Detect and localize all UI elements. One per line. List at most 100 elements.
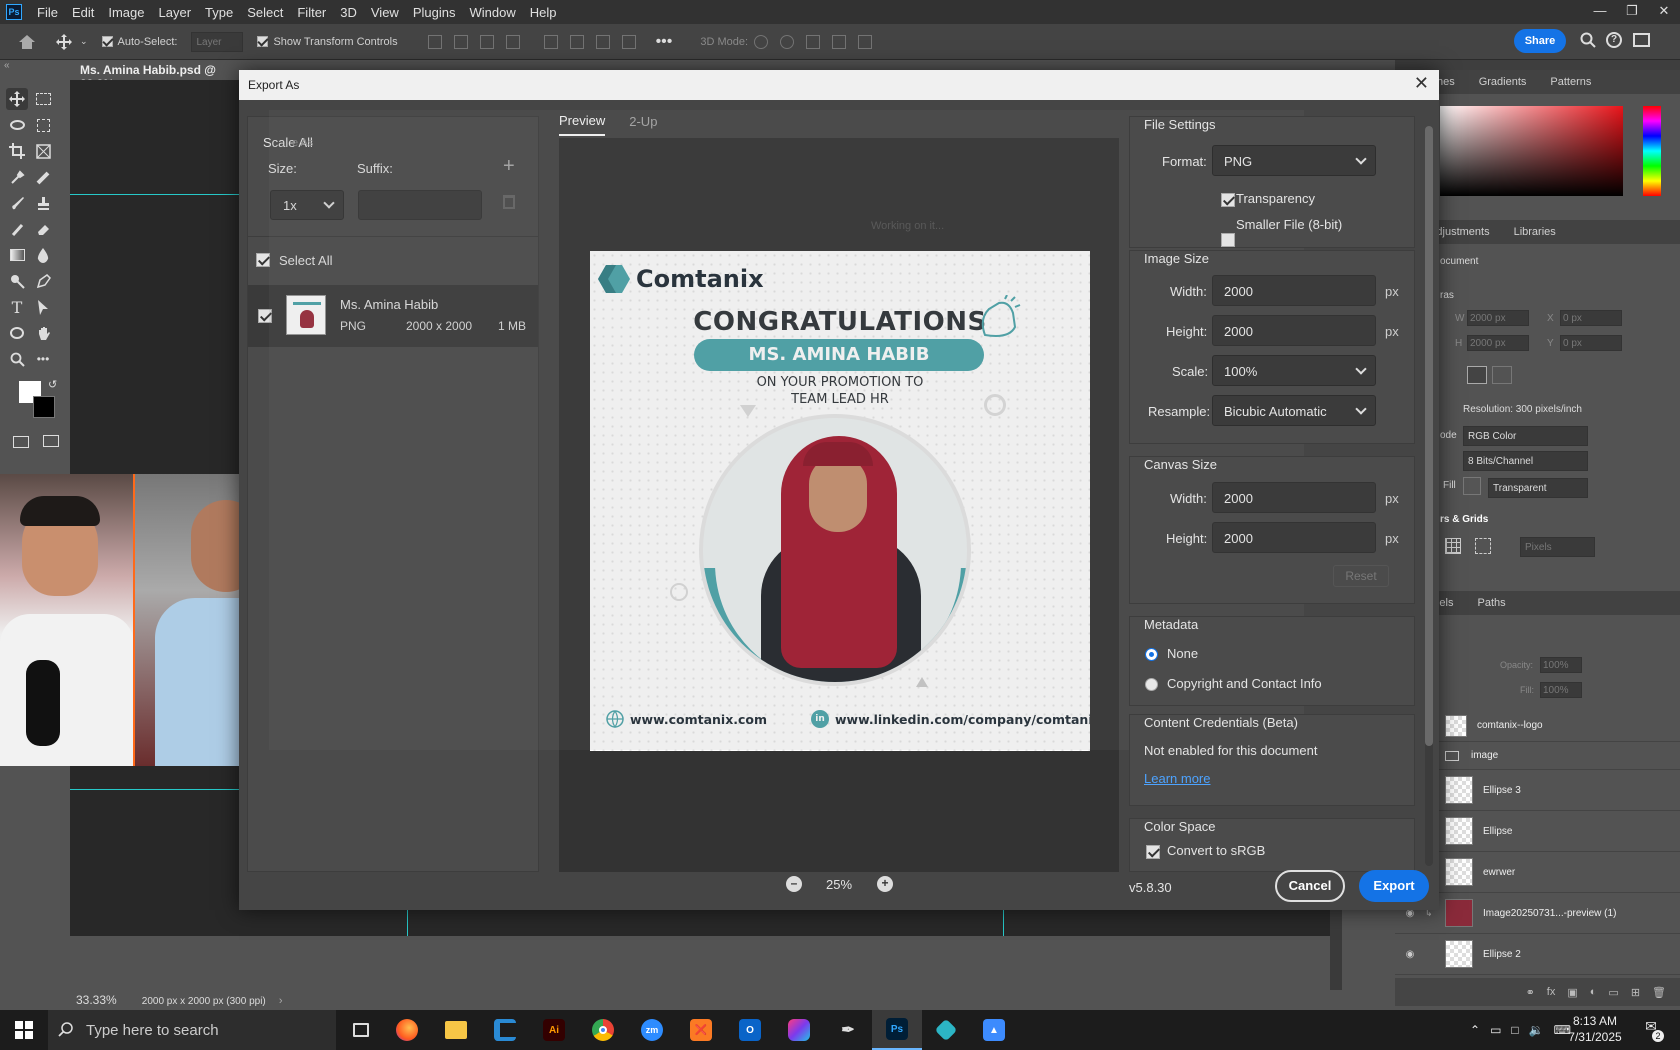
- canvas-height-input[interactable]: 2000: [1212, 522, 1376, 553]
- stamp-tool-icon[interactable]: [32, 192, 54, 214]
- menu-image[interactable]: Image: [101, 5, 151, 20]
- 3d-roll-icon[interactable]: [780, 34, 795, 49]
- scale-percent-select[interactable]: 100%: [1212, 355, 1376, 386]
- swap-colors-icon[interactable]: ↺: [48, 378, 57, 391]
- menu-layer[interactable]: Layer: [152, 5, 199, 20]
- home-icon[interactable]: [18, 34, 36, 50]
- volume-icon[interactable]: 🔉: [1529, 1023, 1544, 1037]
- select-all-checkbox[interactable]: [256, 253, 270, 267]
- suffix-input[interactable]: [358, 190, 482, 220]
- metadata-copyright-radio[interactable]: [1145, 678, 1158, 691]
- export-button[interactable]: Export: [1359, 870, 1429, 902]
- zoom-icon[interactable]: zm: [628, 1010, 676, 1050]
- close-icon[interactable]: ✕: [1648, 0, 1680, 24]
- menu-plugins[interactable]: Plugins: [406, 5, 463, 20]
- zoom-in-icon[interactable]: +: [877, 876, 893, 892]
- photoshop-icon[interactable]: Ps: [872, 1010, 922, 1050]
- new-layer-icon[interactable]: ⊞: [1631, 986, 1640, 999]
- guides-icon[interactable]: [1475, 538, 1491, 554]
- fx-icon[interactable]: fx: [1547, 986, 1556, 998]
- crop-tool-icon[interactable]: [6, 140, 28, 162]
- bit-depth-select[interactable]: 8 Bits/Channel: [1463, 451, 1588, 471]
- chevron-down-icon[interactable]: ⌄: [80, 36, 88, 47]
- hue-slider[interactable]: [1643, 106, 1661, 196]
- gradient-tool-icon[interactable]: [6, 244, 28, 266]
- windows-start-icon[interactable]: [0, 1010, 48, 1050]
- chrome-icon[interactable]: [578, 1010, 628, 1050]
- menu-view[interactable]: View: [364, 5, 406, 20]
- 3d-orbit-icon[interactable]: [754, 34, 769, 49]
- pen-tool-icon[interactable]: [32, 270, 54, 292]
- workspace-icon[interactable]: [1633, 33, 1650, 47]
- blur-tool-icon[interactable]: [32, 244, 54, 266]
- menu-3d[interactable]: 3D: [333, 5, 364, 20]
- align-right-icon[interactable]: [479, 34, 494, 49]
- zoom-level[interactable]: 33.33%: [76, 993, 117, 1007]
- fill-swatch[interactable]: [1463, 477, 1481, 495]
- restore-icon[interactable]: ❐: [1616, 0, 1648, 24]
- xampp-icon[interactable]: ❌: [676, 1010, 726, 1050]
- display-icon[interactable]: □: [1511, 1023, 1518, 1037]
- notifications-icon[interactable]: ✉ 2: [1640, 1018, 1664, 1042]
- 3d-camera-icon[interactable]: [858, 34, 873, 49]
- metadata-none-radio[interactable]: [1145, 648, 1158, 661]
- show-transform-checkbox[interactable]: [257, 36, 269, 47]
- visibility-eye-icon[interactable]: ◉: [1395, 949, 1425, 960]
- clock[interactable]: 8:13 AM 7/31/2025: [1560, 1013, 1630, 1045]
- menu-help[interactable]: Help: [523, 5, 564, 20]
- height-field[interactable]: 2000 px: [1467, 335, 1529, 351]
- chevron-right-icon[interactable]: ›: [279, 995, 283, 1007]
- tab-preview[interactable]: Preview: [559, 107, 606, 136]
- tab-paths[interactable]: Paths: [1465, 597, 1517, 609]
- healing-brush-icon[interactable]: [32, 166, 54, 188]
- move-tool-icon[interactable]: ⌄: [56, 33, 88, 50]
- illustrator-icon[interactable]: Ai: [530, 1010, 578, 1050]
- learn-more-link[interactable]: Learn more: [1144, 771, 1210, 786]
- zoom-tool-icon[interactable]: [6, 348, 28, 370]
- format-select[interactable]: PNG: [1212, 145, 1376, 176]
- portrait-icon[interactable]: [1467, 366, 1487, 384]
- auto-select-checkbox[interactable]: [101, 36, 113, 47]
- link-layers-icon[interactable]: ⚭: [1526, 986, 1535, 999]
- asset-row[interactable]: Ms. Amina Habib PNG 2000 x 2000 1 MB: [248, 285, 538, 347]
- type-tool-icon[interactable]: T: [6, 296, 28, 318]
- vscode-icon[interactable]: [480, 1010, 530, 1050]
- collapse-icon[interactable]: «: [4, 60, 10, 71]
- app-chart-icon[interactable]: ▲: [970, 1010, 1018, 1050]
- distribute-icon[interactable]: [505, 34, 520, 49]
- distribute-vertical-icon[interactable]: [621, 34, 636, 49]
- auto-select-toggle[interactable]: Auto-Select:: [101, 36, 177, 48]
- y-field[interactable]: 0 px: [1560, 335, 1622, 351]
- tray-chevron-icon[interactable]: ⌃: [1470, 1023, 1480, 1037]
- move-tool-icon[interactable]: [6, 88, 28, 110]
- height-input[interactable]: 2000: [1212, 315, 1376, 346]
- file-explorer-icon[interactable]: [432, 1010, 480, 1050]
- menu-filter[interactable]: Filter: [290, 5, 333, 20]
- menu-window[interactable]: Window: [462, 5, 522, 20]
- creative-cloud-icon[interactable]: [774, 1010, 824, 1050]
- tab-2-up[interactable]: 2-Up: [629, 114, 657, 129]
- screen-mode-icon[interactable]: [43, 435, 59, 447]
- cancel-button[interactable]: Cancel: [1275, 870, 1345, 902]
- quick-mask-icon[interactable]: [13, 436, 29, 448]
- tab-patterns[interactable]: Patterns: [1538, 76, 1603, 88]
- trash-icon[interactable]: [503, 195, 515, 209]
- object-select-icon[interactable]: [32, 114, 54, 136]
- marquee-tool-icon[interactable]: [32, 88, 54, 110]
- more-tools-icon[interactable]: •••: [32, 348, 54, 370]
- align-top-icon[interactable]: [543, 34, 558, 49]
- grid-icon[interactable]: [1445, 538, 1461, 554]
- layer-select[interactable]: Layer: [191, 31, 244, 52]
- canvas-width-input[interactable]: 2000: [1212, 482, 1376, 513]
- menu-type[interactable]: Type: [198, 5, 240, 20]
- outlook-icon[interactable]: O: [726, 1010, 774, 1050]
- align-middle-icon[interactable]: [569, 34, 584, 49]
- landscape-icon[interactable]: [1492, 366, 1512, 384]
- add-scale-icon[interactable]: +: [503, 155, 515, 178]
- close-icon[interactable]: ✕: [1414, 73, 1429, 94]
- brush-tool-icon[interactable]: [6, 192, 28, 214]
- settings-scrollbar[interactable]: [1425, 126, 1433, 866]
- transparency-checkbox[interactable]: [1221, 193, 1235, 207]
- asset-checkbox[interactable]: [258, 309, 272, 323]
- more-options-icon[interactable]: •••: [656, 33, 673, 51]
